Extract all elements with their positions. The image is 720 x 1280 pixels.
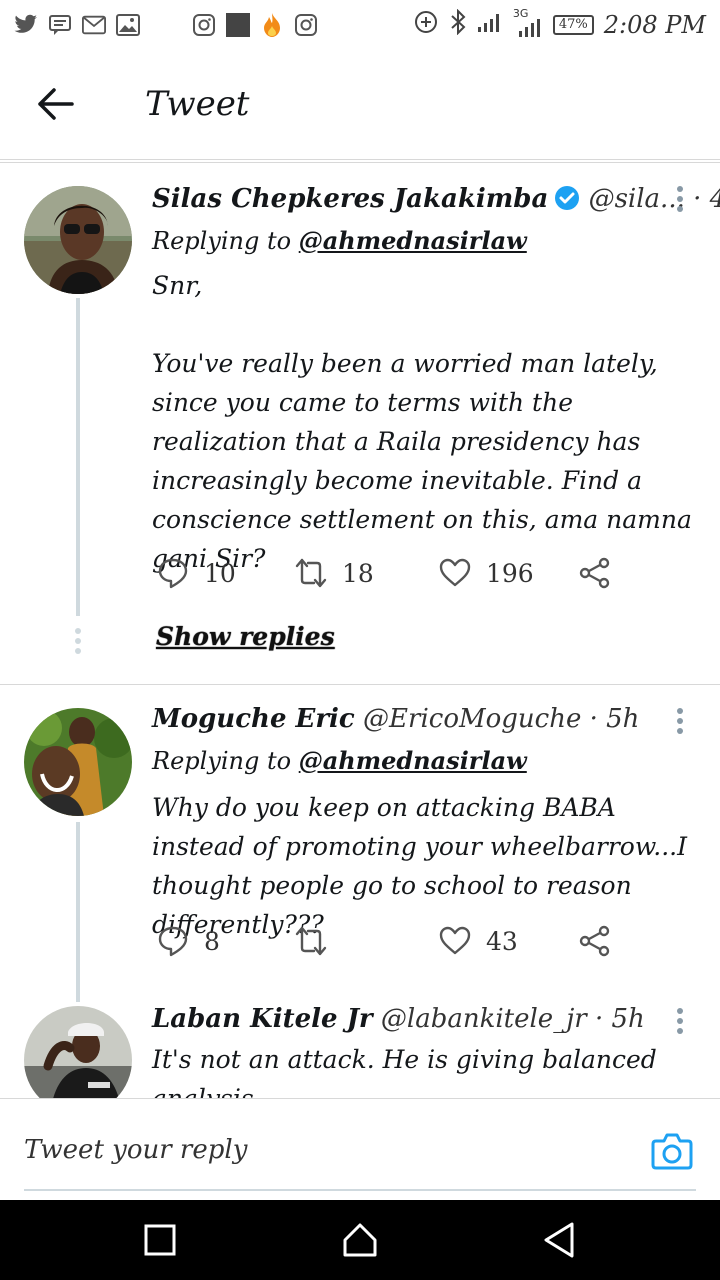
like-button[interactable]: 43 [438, 924, 518, 958]
timestamp: · 5h [594, 1004, 645, 1034]
reply-input[interactable]: Tweet your reply [24, 1135, 247, 1165]
back-button[interactable] [540, 1220, 580, 1260]
bluetooth-icon [449, 8, 467, 41]
like-count: 43 [486, 926, 518, 956]
reply-composer: Tweet your reply [0, 1098, 720, 1200]
like-count: 196 [486, 558, 534, 588]
share-button[interactable] [578, 556, 612, 590]
tweet-moguche[interactable]: Moguche Eric @EricoMoguche · 5h Replying… [0, 700, 720, 1002]
retweet-icon [295, 926, 327, 956]
avatar[interactable] [24, 1006, 132, 1098]
more-options-icon[interactable] [676, 708, 684, 738]
display-name[interactable]: Moguche Eric [152, 704, 355, 734]
gmail-notification-icon [82, 13, 106, 37]
share-icon [579, 925, 610, 957]
mention-link[interactable]: @ahmednasirlaw [299, 746, 527, 775]
handle[interactable]: @EricoMoguche [363, 704, 581, 734]
timestamp: · 4h [693, 184, 720, 214]
display-name[interactable]: Laban Kitele Jr [152, 1004, 373, 1034]
tweet-text: It's not an attack. He is giving balance… [152, 1045, 657, 1098]
thread-line [76, 298, 80, 616]
heart-icon [439, 926, 471, 955]
instagram-notification-icon-2 [294, 13, 318, 37]
tweet-text: Why do you keep on attacking BABA instea… [152, 793, 695, 939]
tweet-actions: 8 43 [152, 924, 622, 964]
tweet-header: Laban Kitele Jr @labankitele_jr · 5h [152, 1004, 645, 1034]
thread-line [76, 822, 80, 1002]
retweet-count: 18 [342, 558, 374, 588]
share-button[interactable] [578, 924, 612, 958]
more-options-icon[interactable] [676, 186, 684, 216]
clock: 2:08 PM [603, 11, 706, 39]
more-options-icon[interactable] [676, 1008, 684, 1038]
timestamp: · 5h [589, 704, 640, 734]
replying-to-label: Replying to [152, 227, 292, 255]
replying-to: Replying to @ahmednasirlaw [152, 746, 527, 775]
reply-count: 8 [204, 926, 220, 956]
share-icon [579, 557, 610, 589]
handle[interactable]: @labankitele_jr [381, 1004, 587, 1034]
tweet-silas[interactable]: Silas Chepkeres Jakakimba @sila... · 4h … [0, 180, 720, 680]
twitter-notification-icon [14, 13, 38, 37]
composer-underline [24, 1189, 696, 1191]
replying-to: Replying to @ahmednasirlaw [152, 226, 527, 255]
tweet-header: Moguche Eric @EricoMoguche · 5h [152, 704, 639, 734]
signal-icon [477, 11, 503, 39]
tweet-actions: 10 18 196 [152, 556, 622, 596]
heart-icon [439, 558, 471, 587]
tweet-header: Silas Chepkeres Jakakimba @sila... · 4h [152, 184, 720, 214]
battery-indicator: 47% [552, 15, 594, 35]
display-name[interactable]: Silas Chepkeres Jakakimba [152, 184, 548, 214]
home-button[interactable] [340, 1220, 380, 1260]
retweet-button[interactable] [294, 924, 342, 958]
gallery-notification-icon [116, 13, 140, 37]
signal-3g-icon: 3G [513, 7, 543, 37]
thread-dots [74, 628, 82, 658]
like-button[interactable]: 196 [438, 556, 534, 590]
retweet-button[interactable]: 18 [294, 556, 374, 590]
show-replies-link[interactable]: Show replies [156, 622, 335, 651]
reply-button[interactable]: 8 [156, 924, 220, 958]
recents-button[interactable] [140, 1220, 180, 1260]
retweet-icon [295, 558, 327, 588]
handle[interactable]: @sila... [589, 184, 685, 214]
avatar[interactable] [24, 186, 132, 294]
replying-to-label: Replying to [152, 747, 292, 775]
instagram-notification-icon [192, 13, 216, 37]
reply-icon [158, 558, 188, 589]
fire-notification-icon [260, 13, 284, 37]
page-title: Tweet [145, 84, 250, 124]
tweet-text: Snr, You've really been a worried man la… [152, 271, 692, 573]
header-divider [0, 159, 720, 163]
status-bar: 3G 47% 2:08 PM [0, 0, 720, 50]
reply-icon [158, 926, 188, 957]
avatar[interactable] [24, 708, 132, 816]
camera-icon[interactable] [650, 1129, 694, 1173]
tweet-laban[interactable]: Laban Kitele Jr @labankitele_jr · 5h It'… [0, 1000, 720, 1098]
message-notification-icon [48, 13, 72, 37]
reply-button[interactable]: 10 [156, 556, 236, 590]
data-saver-icon [413, 9, 439, 41]
back-arrow-icon[interactable] [34, 86, 78, 122]
tweet-divider [0, 684, 720, 685]
reply-count: 10 [204, 558, 236, 588]
app-notification-icon [226, 13, 250, 37]
app-header: Tweet [0, 50, 720, 160]
mention-link[interactable]: @ahmednasirlaw [299, 226, 527, 255]
system-nav-bar [0, 1200, 720, 1280]
verified-badge-icon [554, 185, 580, 211]
